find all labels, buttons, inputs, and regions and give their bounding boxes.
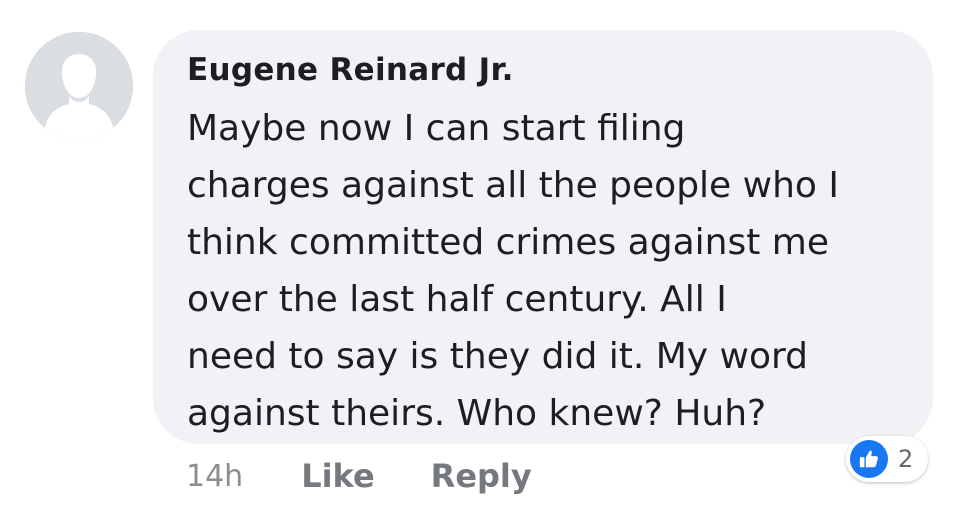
comment-line: over the last half century. All I [187, 279, 727, 320]
reaction-count: 2 [898, 445, 914, 473]
timestamp[interactable]: 14h [186, 459, 243, 494]
avatar[interactable] [25, 32, 133, 140]
thumbs-up-icon [859, 450, 878, 468]
like-button[interactable]: Like [301, 457, 374, 495]
comment-bubble: Eugene Reinard Jr. Maybe now I can start… [153, 30, 933, 444]
comment-actions: 14h Like Reply [186, 452, 532, 500]
comment-line: Maybe now I can start filing [187, 108, 686, 149]
like-reaction-badge [850, 440, 888, 478]
comment-text: Maybe now I can start filing charges aga… [187, 100, 917, 442]
default-profile-silhouette-icon [25, 32, 133, 140]
reply-button[interactable]: Reply [431, 457, 532, 495]
comment-line: think committed crimes against me [187, 222, 830, 263]
comment-line: need to say is they did it. My word [187, 336, 809, 377]
comment-author[interactable]: Eugene Reinard Jr. [187, 52, 514, 88]
comment-line: against theirs. Who knew? Huh? [187, 393, 767, 434]
comment-line: charges against all the people who I [187, 165, 839, 206]
reaction-summary[interactable]: 2 [846, 436, 928, 482]
